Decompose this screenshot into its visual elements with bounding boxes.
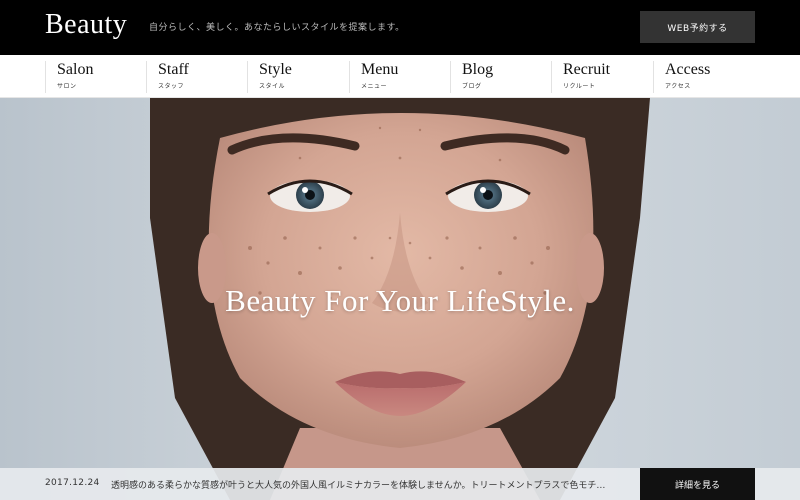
global-nav: Salon サロン Staff スタッフ Style スタイル Menu メニュ…: [0, 55, 800, 98]
news-headline[interactable]: 透明感のある柔らかな質感が叶うと大人気の外国人風イルミナカラーを体験しませんか。…: [111, 478, 606, 491]
nav-item-salon[interactable]: Salon サロン: [45, 61, 145, 93]
nav-item-blog[interactable]: Blog ブログ: [450, 61, 550, 93]
nav-item-style[interactable]: Style スタイル: [247, 61, 347, 93]
nav-item-menu[interactable]: Menu メニュー: [349, 61, 449, 93]
news-details-button[interactable]: 詳細を見る: [640, 468, 755, 500]
site-logo[interactable]: Beauty: [45, 9, 127, 41]
nav-sublabel: メニュー: [361, 83, 388, 90]
nav-sublabel: サロン: [57, 83, 77, 90]
site-header: Beauty 自分らしく、美しく。あなたらしいスタイルを提案します。 WEB予約…: [0, 0, 800, 55]
web-reservation-button[interactable]: WEB予約する: [640, 11, 755, 43]
nav-sublabel: スタイル: [259, 83, 286, 90]
nav-label: Access: [665, 61, 711, 78]
nav-item-access[interactable]: Access アクセス: [653, 61, 753, 93]
nav-sublabel: ブログ: [462, 83, 482, 90]
hero-banner: Beauty For Your LifeStyle.: [0, 98, 800, 500]
nav-label: Blog: [462, 61, 494, 78]
nav-label: Style: [259, 61, 292, 78]
nav-label: Recruit: [563, 61, 611, 78]
nav-sublabel: アクセス: [665, 83, 691, 90]
nav-item-staff[interactable]: Staff スタッフ: [146, 61, 246, 93]
nav-label: Salon: [57, 61, 94, 78]
nav-sublabel: スタッフ: [158, 83, 185, 90]
site-tagline: 自分らしく、美しく。あなたらしいスタイルを提案します。: [149, 23, 405, 33]
news-bar: 2017.12.24 透明感のある柔らかな質感が叶うと大人気の外国人風イルミナカ…: [0, 468, 800, 500]
news-date: 2017.12.24: [45, 478, 100, 488]
nav-label: Staff: [158, 61, 189, 78]
nav-sublabel: リクルート: [563, 83, 596, 90]
hero-title: Beauty For Your LifeStyle.: [225, 283, 575, 318]
nav-item-recruit[interactable]: Recruit リクルート: [551, 61, 651, 93]
nav-label: Menu: [361, 61, 399, 78]
